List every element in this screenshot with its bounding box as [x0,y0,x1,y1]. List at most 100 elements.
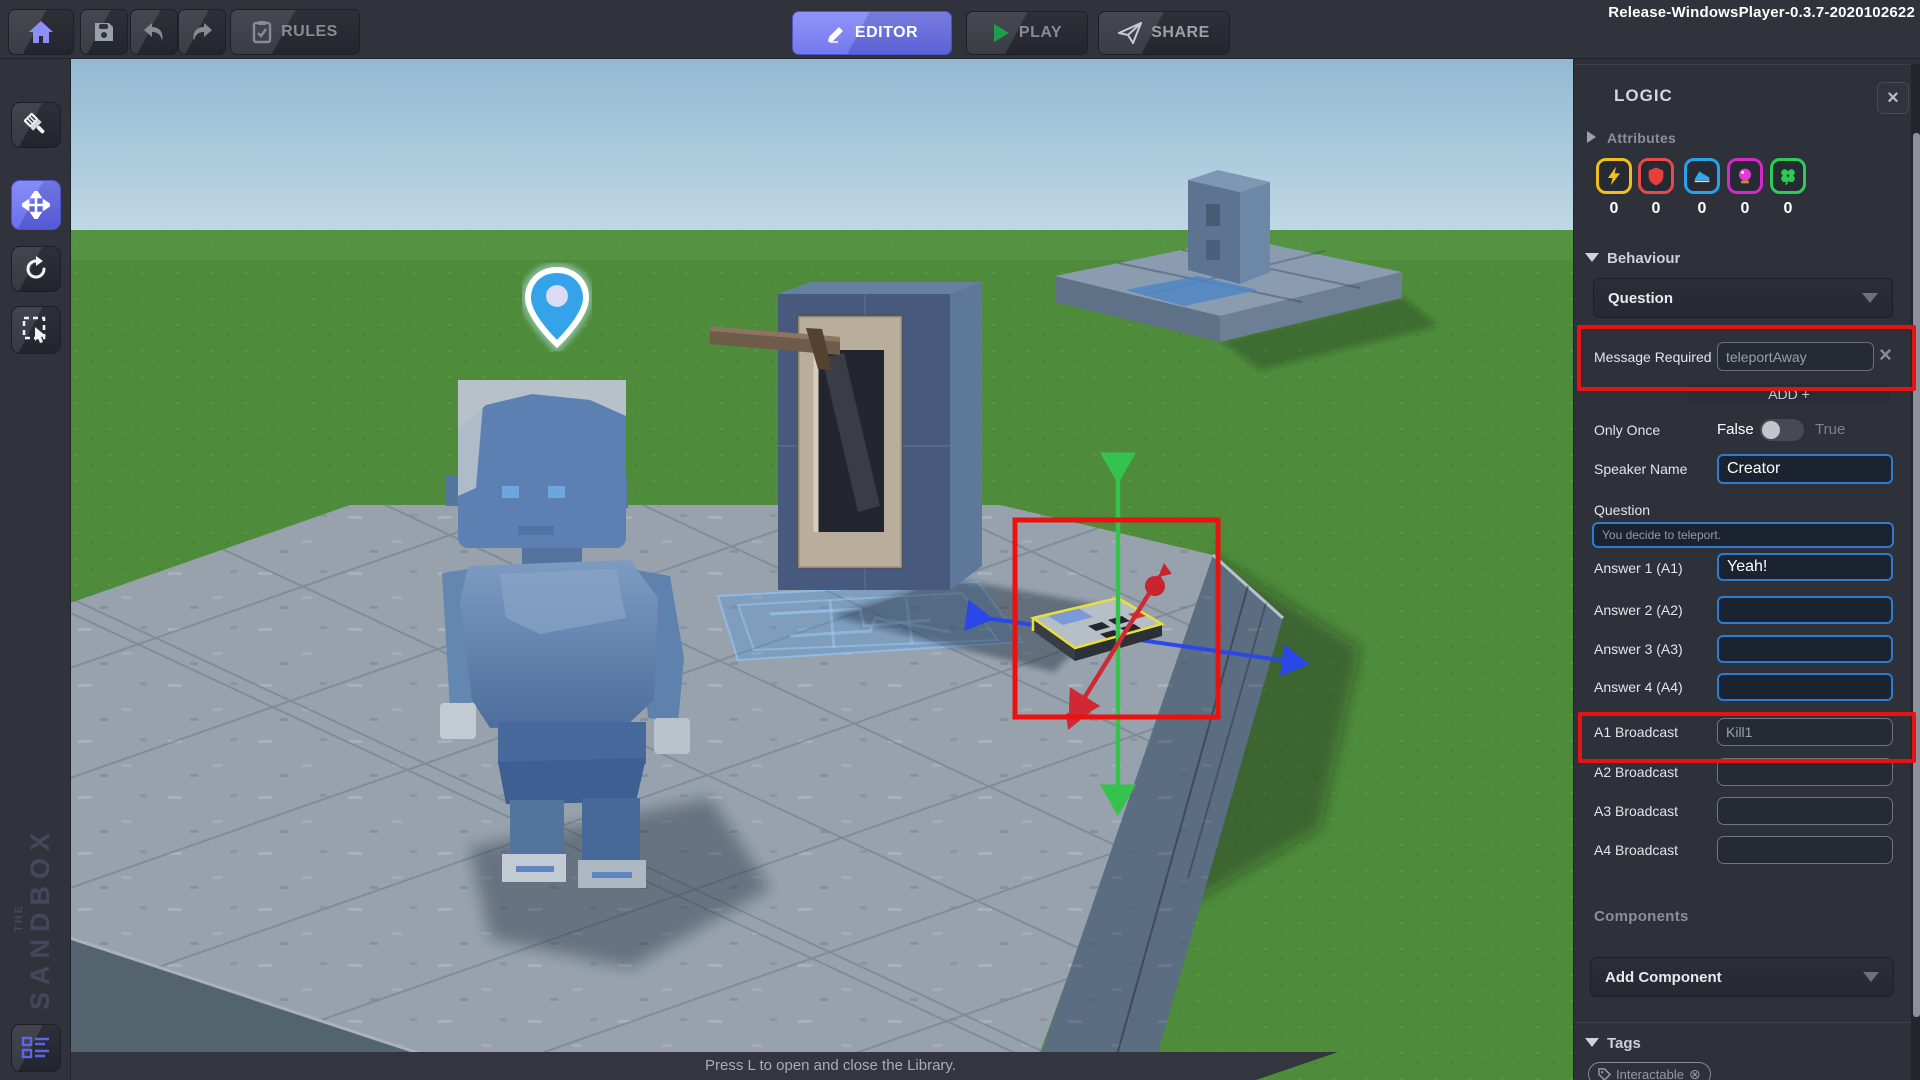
share-button[interactable]: SHARE [1098,11,1230,55]
box-select-icon [22,316,50,344]
only-once-label: Only Once [1594,422,1660,438]
logic-panel: LOGIC × Attributes [1573,0,1920,1080]
message-required-input[interactable] [1717,342,1874,371]
section-divider [1574,1022,1911,1023]
library-hint-text: Press L to open and close the Library. [705,1057,956,1074]
add-component-dropdown[interactable]: Add Component [1590,957,1894,997]
panel-scrollbar[interactable] [1911,64,1920,1080]
answer-1-input[interactable] [1717,553,1893,581]
components-header: Components [1594,908,1689,925]
defense-shield-icon [1644,164,1668,188]
viewport-3d-scene[interactable] [70,58,1573,1080]
save-icon [93,21,115,43]
speaker-name-input[interactable] [1717,454,1893,484]
home-button[interactable] [8,9,74,55]
tag-label: Interactable [1616,1067,1684,1080]
only-once-false-label: False [1717,421,1754,438]
a4-broadcast-input[interactable] [1717,836,1893,864]
chevron-down-icon [1863,972,1879,982]
answer-2-label: Answer 2 (A2) [1594,602,1683,618]
editor-label: EDITOR [855,24,918,42]
attribute-luck[interactable] [1770,158,1806,194]
editor-button[interactable]: EDITOR [792,11,952,55]
share-plane-icon [1118,22,1142,44]
tag-icon [1598,1068,1611,1080]
behaviour-selected: Question [1608,290,1673,307]
a2-broadcast-label: A2 Broadcast [1594,764,1678,780]
answer-2-input[interactable] [1717,596,1893,624]
rules-label: RULES [281,23,338,41]
redo-button[interactable] [178,9,226,55]
remove-message-button[interactable]: × [1879,344,1892,366]
undo-button[interactable] [130,9,178,55]
attribute-power[interactable] [1596,158,1632,194]
toggle-knob [1762,421,1780,439]
behaviour-dropdown[interactable]: Question [1593,278,1893,318]
rules-button[interactable]: RULES [230,9,360,55]
tag-remove-icon[interactable]: ⊗ [1689,1066,1701,1080]
paint-tool-button[interactable] [11,102,61,148]
attribute-magic[interactable] [1727,158,1763,194]
attribute-speed[interactable] [1684,158,1720,194]
undo-icon [142,20,166,44]
tags-collapse-icon[interactable] [1585,1038,1599,1047]
share-label: SHARE [1151,24,1210,42]
answer-4-label: Answer 4 (A4) [1594,679,1683,695]
answer-3-label: Answer 3 (A3) [1594,641,1683,657]
play-button[interactable]: PLAY [966,11,1088,55]
panel-divider [1574,64,1920,65]
paint-brush-icon [22,111,50,139]
answer-3-input[interactable] [1717,635,1893,663]
move-tool-button[interactable] [11,180,61,230]
attribute-speed-value: 0 [1684,200,1720,218]
sandbox-game-maker-window: RULES EDITOR PLAY SHARE [0,0,1920,1080]
behaviour-header: Behaviour [1607,250,1680,267]
rules-clipboard-icon [252,20,272,44]
add-message-label: ADD + [1768,386,1810,402]
only-once-toggle[interactable] [1760,419,1804,441]
behaviour-collapse-icon[interactable] [1585,253,1599,262]
play-icon [992,23,1010,43]
pencil-icon [826,23,846,43]
chevron-down-icon [1862,293,1878,303]
move-icon [22,191,50,219]
redo-icon [190,20,214,44]
luck-clover-icon [1776,164,1800,188]
scrollbar-thumb[interactable] [1913,133,1920,1017]
play-label: PLAY [1019,24,1062,42]
answer-1-label: Answer 1 (A1) [1594,560,1683,576]
attribute-defense-value: 0 [1638,200,1674,218]
question-label: Question [1594,502,1650,518]
close-panel-button[interactable]: × [1877,82,1909,114]
attribute-power-value: 0 [1596,200,1632,218]
a3-broadcast-label: A3 Broadcast [1594,803,1678,819]
attribute-luck-value: 0 [1770,200,1806,218]
a3-broadcast-input[interactable] [1717,797,1893,825]
only-once-true-label: True [1815,421,1845,438]
power-bolt-icon [1602,164,1626,188]
attribute-defense[interactable] [1638,158,1674,194]
magic-orb-icon [1733,164,1757,188]
logic-panel-title: LOGIC [1614,86,1673,106]
library-hint-bar: Press L to open and close the Library. [70,1052,1350,1080]
a1-broadcast-label: A1 Broadcast [1594,724,1678,740]
attributes-collapse-icon[interactable] [1587,131,1596,143]
tag-chip-interactable[interactable]: Interactable ⊗ [1588,1062,1711,1080]
add-message-button[interactable]: ADD + [1688,384,1890,404]
a1-broadcast-input[interactable] [1717,718,1893,746]
sky [70,58,1573,243]
a2-broadcast-input[interactable] [1717,758,1893,786]
speed-shoe-icon [1690,164,1714,188]
select-tool-button[interactable] [11,306,61,354]
a4-broadcast-label: A4 Broadcast [1594,842,1678,858]
properties-list-button[interactable] [11,1024,61,1072]
message-required-label: Message Required [1594,349,1712,365]
left-toolbar: THE SANDBOX [0,58,71,1080]
rotate-tool-button[interactable] [11,246,61,292]
add-component-label: Add Component [1605,969,1722,986]
home-icon [28,20,54,44]
save-button[interactable] [80,9,128,55]
question-input[interactable] [1592,522,1894,548]
list-icon [21,1035,51,1061]
answer-4-input[interactable] [1717,673,1893,701]
